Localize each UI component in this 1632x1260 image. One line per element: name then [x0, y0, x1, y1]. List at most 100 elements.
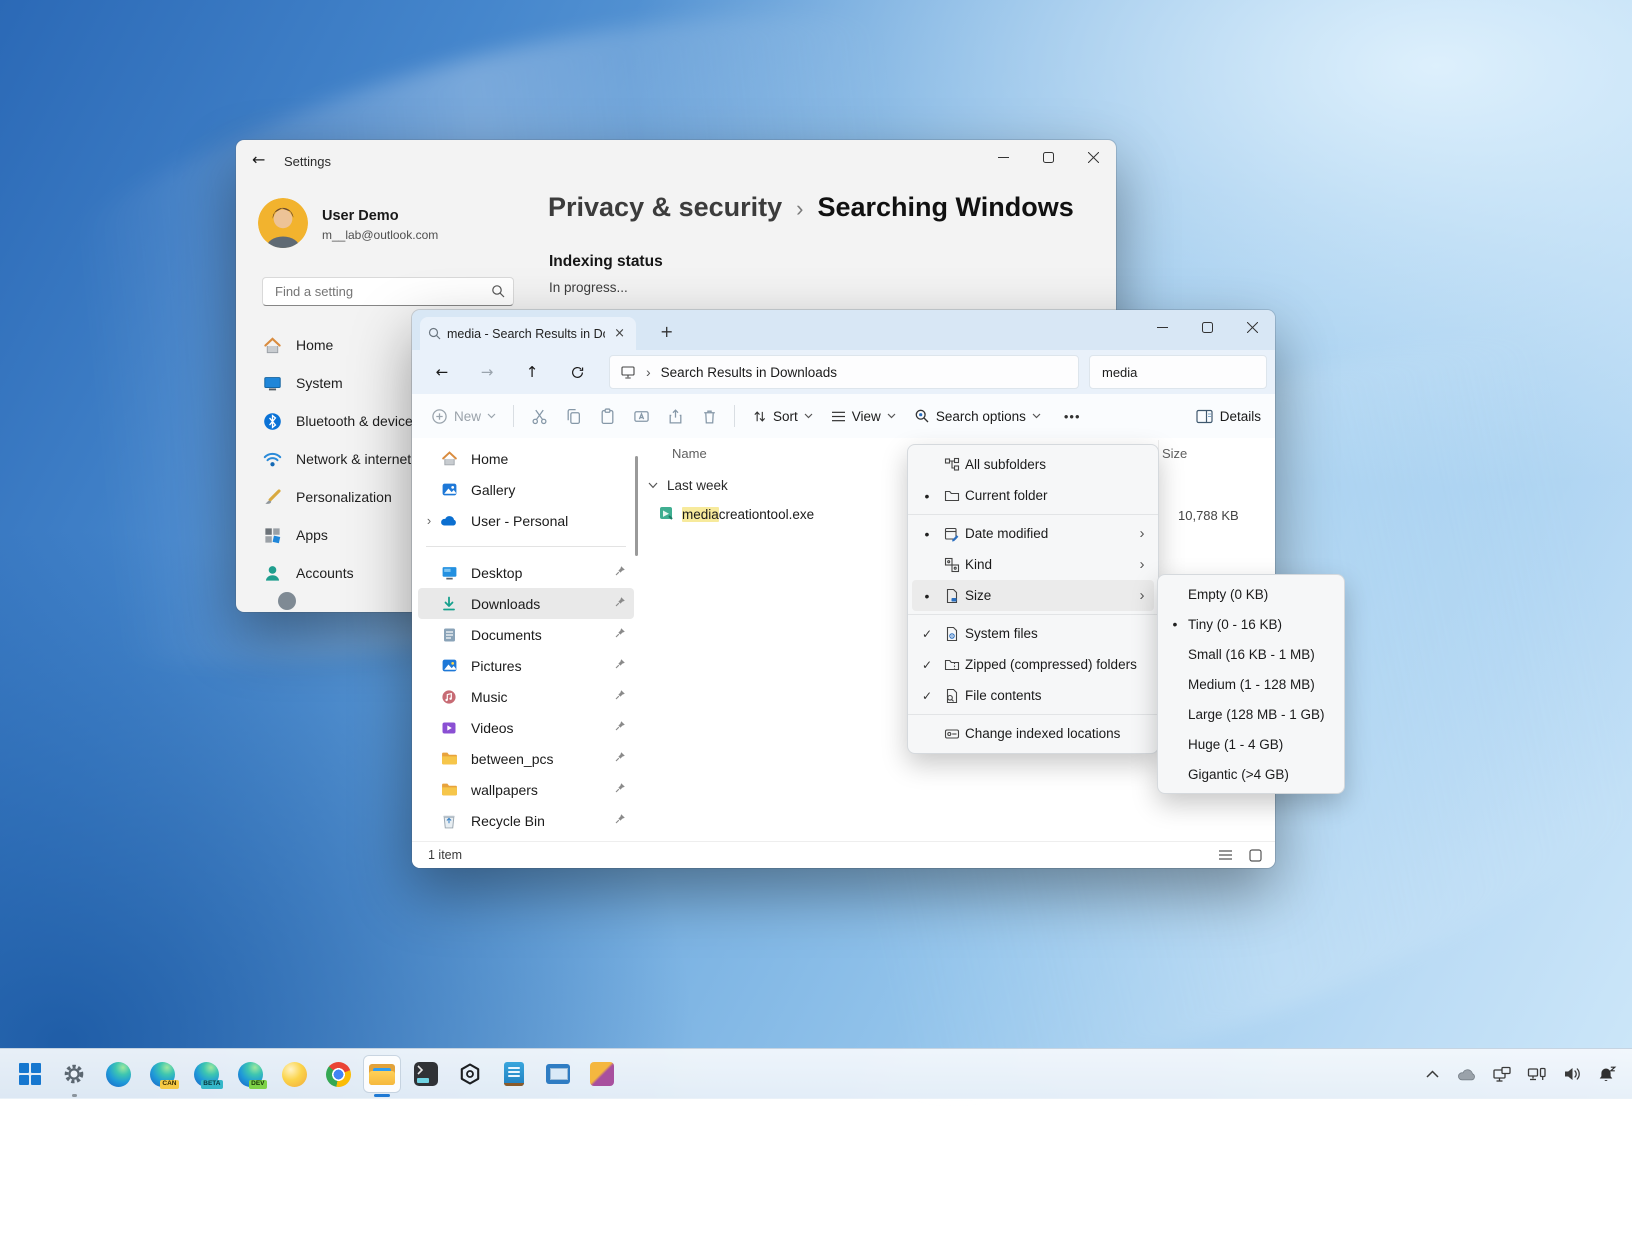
- taskbar-edge-beta-button[interactable]: BETA: [188, 1056, 224, 1092]
- delete-icon[interactable]: [692, 400, 726, 432]
- menu-item-zipped-folders[interactable]: ✓ Zipped (compressed) folders: [912, 649, 1154, 680]
- column-header-size[interactable]: Size: [1162, 446, 1187, 461]
- nav-item-music[interactable]: Music: [418, 681, 634, 712]
- share-icon[interactable]: [658, 400, 692, 432]
- maximize-button[interactable]: [1185, 310, 1230, 344]
- submenu-item-tiny[interactable]: • Tiny (0 - 16 KB): [1162, 609, 1340, 639]
- nav-item-downloads[interactable]: Downloads: [418, 588, 634, 619]
- submenu-item-gigantic[interactable]: Gigantic (>4 GB): [1162, 759, 1340, 789]
- menu-item-change-indexed-locations[interactable]: Change indexed locations: [912, 718, 1154, 749]
- taskbar-file-explorer-button[interactable]: [364, 1056, 400, 1092]
- details-view-toggle[interactable]: [1213, 845, 1237, 865]
- breadcrumb-parent[interactable]: Privacy & security: [548, 192, 782, 223]
- start-button[interactable]: [12, 1056, 48, 1092]
- user-email: m__lab@outlook.com: [322, 228, 438, 242]
- menu-item-system-files[interactable]: ✓ System files: [912, 618, 1154, 649]
- menu-item-date-modified[interactable]: • Date modified ›: [912, 518, 1154, 549]
- explorer-search-box[interactable]: [1089, 355, 1267, 389]
- address-bar[interactable]: › Search Results in Downloads: [609, 355, 1079, 389]
- volume-icon[interactable]: [1561, 1061, 1583, 1087]
- rename-icon[interactable]: [624, 400, 658, 432]
- nav-item-home[interactable]: Home: [418, 443, 634, 474]
- search-options-button[interactable]: Search options: [905, 400, 1050, 432]
- nav-item-desktop[interactable]: Desktop: [418, 557, 634, 588]
- taskbar-edge-dev-button[interactable]: DEV: [232, 1056, 268, 1092]
- submenu-item-empty[interactable]: Empty (0 KB): [1162, 579, 1340, 609]
- up-arrow-icon[interactable]: ↑: [517, 357, 547, 387]
- taskbar-chatgpt-button[interactable]: [452, 1056, 488, 1092]
- submenu-item-large[interactable]: Large (128 MB - 1 GB): [1162, 699, 1340, 729]
- nav-item-onedrive[interactable]: › User - Personal: [418, 505, 634, 536]
- sort-button[interactable]: Sort: [743, 400, 822, 432]
- sidebar-item-label: Personalization: [296, 489, 392, 505]
- maximize-button[interactable]: [1026, 140, 1071, 174]
- group-header-last-week[interactable]: Last week: [648, 478, 728, 493]
- menu-item-size[interactable]: • Size ›: [912, 580, 1154, 611]
- view-button[interactable]: View: [822, 400, 905, 432]
- terminal-icon: [414, 1062, 438, 1086]
- explorer-tab[interactable]: media - Search Results in Dow ×: [420, 317, 636, 350]
- back-arrow-icon[interactable]: ←: [252, 150, 265, 169]
- column-header-name[interactable]: Name: [672, 446, 707, 461]
- avatar[interactable]: [258, 198, 308, 248]
- nav-item-between-pcs[interactable]: between_pcs: [418, 743, 634, 774]
- pc-status-tray-icon[interactable]: [1491, 1061, 1513, 1087]
- address-breadcrumb[interactable]: Search Results in Downloads: [661, 365, 837, 380]
- expand-chevron-icon[interactable]: ›: [418, 513, 440, 528]
- menu-item-label: System files: [965, 626, 1150, 641]
- kind-icon: [938, 557, 965, 573]
- taskbar-system-properties-button[interactable]: [540, 1056, 576, 1092]
- radio-indicator: •: [1162, 616, 1188, 632]
- back-arrow-icon[interactable]: ←: [427, 357, 457, 387]
- menu-item-file-contents[interactable]: ✓ File contents: [912, 680, 1154, 711]
- minimize-button[interactable]: [1140, 310, 1185, 344]
- minimize-button[interactable]: [981, 140, 1026, 174]
- menu-item-current-folder[interactable]: • Current folder: [912, 480, 1154, 511]
- forward-arrow-icon[interactable]: →: [472, 357, 502, 387]
- close-button[interactable]: [1071, 140, 1116, 174]
- nav-item-recycle-bin[interactable]: Recycle Bin: [418, 805, 634, 836]
- nav-item-pictures[interactable]: Pictures: [418, 650, 634, 681]
- nav-item-wallpapers[interactable]: wallpapers: [418, 774, 634, 805]
- taskbar-chrome-button[interactable]: [320, 1056, 356, 1092]
- details-button[interactable]: Details: [1196, 409, 1261, 424]
- taskbar-edge-canary-button[interactable]: CAN: [144, 1056, 180, 1092]
- do-not-disturb-bell-icon[interactable]: [1596, 1061, 1618, 1087]
- settings-search-input[interactable]: [273, 283, 482, 300]
- onedrive-tray-icon[interactable]: [1456, 1061, 1478, 1087]
- cut-icon[interactable]: [522, 400, 556, 432]
- explorer-search-input[interactable]: [1100, 364, 1275, 381]
- tab-close-icon[interactable]: ×: [611, 326, 628, 341]
- gallery-icon: [440, 481, 458, 499]
- nav-item-gallery[interactable]: Gallery: [418, 474, 634, 505]
- refresh-icon[interactable]: [562, 357, 592, 387]
- taskbar-settings-button[interactable]: [56, 1056, 92, 1092]
- documents-icon: [440, 626, 458, 644]
- submenu-item-medium[interactable]: Medium (1 - 128 MB): [1162, 669, 1340, 699]
- new-button[interactable]: New: [422, 400, 505, 432]
- taskbar-app-button[interactable]: [584, 1056, 620, 1092]
- copy-icon[interactable]: [556, 400, 590, 432]
- file-row[interactable]: mediacreationtool.exe: [658, 506, 814, 522]
- nav-item-videos[interactable]: Videos: [418, 712, 634, 743]
- nav-item-documents[interactable]: Documents: [418, 619, 634, 650]
- videos-icon: [440, 719, 458, 737]
- taskbar-terminal-button[interactable]: [408, 1056, 444, 1092]
- large-icons-view-toggle[interactable]: [1243, 845, 1267, 865]
- hidden-icons-chevron-icon[interactable]: [1421, 1061, 1443, 1087]
- submenu-item-huge[interactable]: Huge (1 - 4 GB): [1162, 729, 1340, 759]
- more-options-icon[interactable]: •••: [1050, 409, 1095, 424]
- paste-icon[interactable]: [590, 400, 624, 432]
- settings-search-box[interactable]: [262, 277, 514, 306]
- taskbar-notepad-button[interactable]: [496, 1056, 532, 1092]
- nav-scrollbar[interactable]: [635, 456, 638, 556]
- new-tab-button[interactable]: +: [660, 322, 673, 341]
- system-properties-icon: [546, 1064, 570, 1084]
- menu-item-kind[interactable]: Kind ›: [912, 549, 1154, 580]
- submenu-item-small[interactable]: Small (16 KB - 1 MB): [1162, 639, 1340, 669]
- taskbar-edge-button[interactable]: [100, 1056, 136, 1092]
- close-button[interactable]: [1230, 310, 1275, 344]
- taskbar-chrome-canary-button[interactable]: [276, 1056, 312, 1092]
- network-tray-icon[interactable]: [1526, 1061, 1548, 1087]
- menu-item-all-subfolders[interactable]: All subfolders: [912, 449, 1154, 480]
